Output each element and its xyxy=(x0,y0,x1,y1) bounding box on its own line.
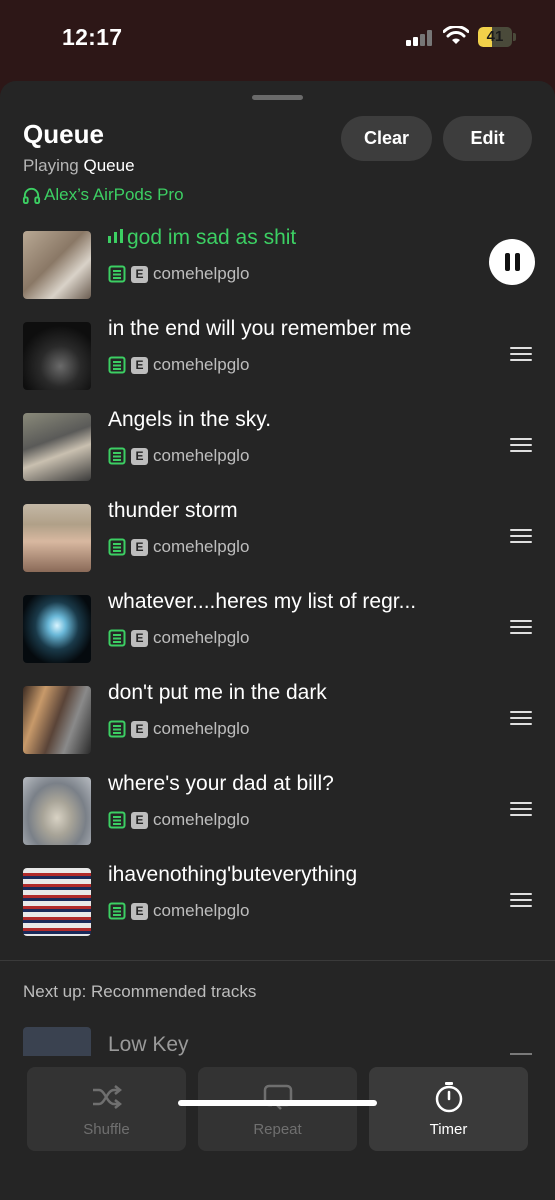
explicit-icon: E xyxy=(131,356,148,374)
album-art xyxy=(23,686,91,754)
downloaded-icon xyxy=(108,811,126,829)
track-title: god im sad as shit xyxy=(127,226,297,249)
clear-button[interactable]: Clear xyxy=(341,116,432,161)
queue-sheet: Queue Playing Queue Alex’s AirPods Pro C… xyxy=(0,81,555,1200)
timer-label: Timer xyxy=(429,1120,468,1138)
repeat-icon xyxy=(263,1084,292,1110)
downloaded-icon xyxy=(108,538,126,556)
battery-icon: 41 xyxy=(478,27,516,47)
queue-row[interactable]: don't put me in the dark E comehelpglo xyxy=(0,675,555,766)
drag-handle-icon[interactable] xyxy=(510,620,532,634)
edit-button[interactable]: Edit xyxy=(443,116,532,161)
album-art xyxy=(23,868,91,936)
explicit-icon: E xyxy=(131,447,148,465)
album-art xyxy=(23,413,91,481)
cellular-signal-icon xyxy=(406,30,434,46)
album-art xyxy=(23,1027,91,1057)
drag-handle-icon[interactable] xyxy=(510,893,532,907)
track-artist: comehelpglo xyxy=(153,719,250,738)
wifi-icon xyxy=(443,26,469,44)
explicit-icon: E xyxy=(131,538,148,556)
downloaded-icon xyxy=(108,447,126,465)
drag-handle-icon[interactable] xyxy=(510,438,532,452)
queue-row[interactable]: Angels in the sky. E comehelpglo xyxy=(0,402,555,493)
track-title: ihavenothing'buteverything xyxy=(108,863,358,886)
track-artist: comehelpglo xyxy=(153,446,250,465)
track-artist: comehelpglo xyxy=(153,264,250,283)
battery-level: 41 xyxy=(486,28,504,45)
track-artist: comehelpglo xyxy=(153,537,250,556)
playing-source: Playing Queue xyxy=(23,156,135,176)
explicit-icon: E xyxy=(131,902,148,920)
album-art xyxy=(23,504,91,572)
timer-button[interactable]: Timer xyxy=(369,1067,528,1151)
downloaded-icon xyxy=(108,629,126,647)
pause-button[interactable] xyxy=(489,239,535,285)
downloaded-icon xyxy=(108,265,126,283)
drag-handle-icon[interactable] xyxy=(510,802,532,816)
queue-row-now-playing[interactable]: god im sad as shit E comehelpglo xyxy=(0,220,555,311)
downloaded-icon xyxy=(108,720,126,738)
album-art xyxy=(23,322,91,390)
track-artist: comehelpglo xyxy=(153,355,250,374)
explicit-icon: E xyxy=(131,811,148,829)
track-artist: comehelpglo xyxy=(153,810,250,829)
track-title: thunder storm xyxy=(108,499,238,522)
downloaded-icon xyxy=(108,356,126,374)
explicit-icon: E xyxy=(131,629,148,647)
track-artist: comehelpglo xyxy=(153,901,250,920)
next-up-heading: Next up: Recommended tracks xyxy=(23,982,257,1001)
home-indicator[interactable] xyxy=(178,1100,377,1106)
section-divider xyxy=(0,960,555,961)
pause-icon xyxy=(504,253,510,271)
track-title: where's your dad at bill? xyxy=(108,772,334,795)
queue-row[interactable]: ihavenothing'buteverything E comehelpglo xyxy=(0,857,555,948)
queue-row[interactable]: in the end will you remember me E comehe… xyxy=(0,311,555,402)
timer-icon xyxy=(435,1081,462,1112)
repeat-button[interactable]: Repeat xyxy=(198,1067,357,1151)
queue-row[interactable]: thunder storm E comehelpglo xyxy=(0,493,555,584)
shuffle-icon xyxy=(92,1084,122,1109)
drag-handle-icon[interactable] xyxy=(510,711,532,725)
sheet-grabber[interactable] xyxy=(252,95,303,100)
shuffle-label: Shuffle xyxy=(83,1120,130,1138)
shuffle-button[interactable]: Shuffle xyxy=(27,1067,186,1151)
status-bar: 12:17 41 xyxy=(0,0,555,80)
playing-source-name: Queue xyxy=(83,156,135,175)
explicit-icon: E xyxy=(131,265,148,283)
output-device-name: Alex’s AirPods Pro xyxy=(44,185,184,204)
explicit-icon: E xyxy=(131,720,148,738)
track-title: in the end will you remember me xyxy=(108,317,412,340)
headphones-icon xyxy=(22,187,41,204)
album-art xyxy=(23,231,91,299)
album-art xyxy=(23,777,91,845)
downloaded-icon xyxy=(108,902,126,920)
repeat-label: Repeat xyxy=(253,1120,302,1138)
track-title: Angels in the sky. xyxy=(108,408,272,431)
queue-row[interactable]: whatever....heres my list of regr... E c… xyxy=(0,584,555,675)
track-title: whatever....heres my list of regr... xyxy=(108,590,417,613)
equalizer-icon xyxy=(108,229,123,243)
album-art xyxy=(23,595,91,663)
track-title: don't put me in the dark xyxy=(108,681,327,704)
queue-row[interactable]: where's your dad at bill? E comehelpglo xyxy=(0,766,555,857)
page-title: Queue xyxy=(23,119,104,149)
status-time: 12:17 xyxy=(62,24,123,50)
drag-handle-icon[interactable] xyxy=(510,347,532,361)
playing-prefix: Playing xyxy=(23,156,79,175)
drag-handle-icon[interactable] xyxy=(510,529,532,543)
output-device[interactable]: Alex’s AirPods Pro xyxy=(22,185,184,205)
drag-handle-icon[interactable] xyxy=(510,1053,532,1055)
queue-toolbar: Shuffle Repeat Timer xyxy=(0,1056,555,1200)
recommended-track-title[interactable]: Low Key xyxy=(108,1033,189,1057)
track-artist: comehelpglo xyxy=(153,628,250,647)
